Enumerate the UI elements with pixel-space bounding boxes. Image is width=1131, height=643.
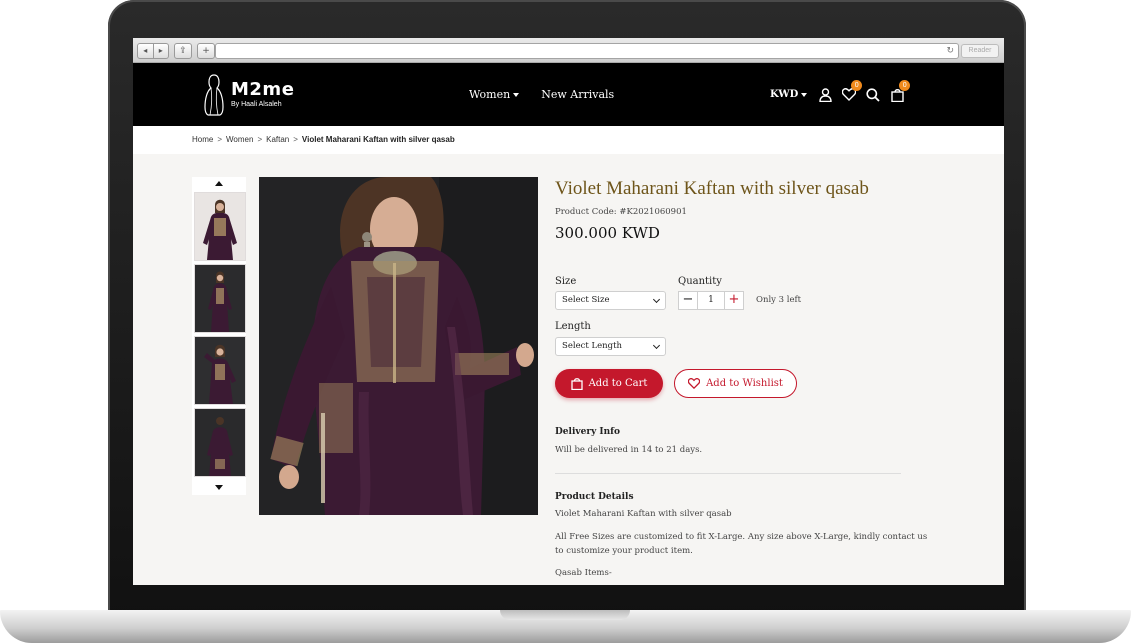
section-divider xyxy=(555,473,901,474)
logo-figure-icon xyxy=(204,74,224,116)
breadcrumb-bar: Home > Women > Kaftan > Violet Maharani … xyxy=(133,126,1004,154)
nav-women-label: Women xyxy=(469,88,511,101)
length-select[interactable]: Select Length xyxy=(555,337,666,356)
breadcrumb: Home > Women > Kaftan > Violet Maharani … xyxy=(192,135,455,144)
nav-item-new-arrivals[interactable]: New Arrivals xyxy=(541,88,614,101)
add-to-wishlist-label: Add to Wishlist xyxy=(706,378,783,389)
share-icon[interactable]: ⇪ xyxy=(174,43,192,59)
details-line-2: All Free Sizes are customized to fit X-L… xyxy=(555,532,928,542)
search-icon[interactable] xyxy=(865,87,881,103)
brand-logo[interactable]: M2me By Haali Alsaleh xyxy=(201,73,294,117)
arrow-down-icon xyxy=(215,484,223,490)
shopping-bag-icon xyxy=(570,378,583,390)
thumbnail-gallery xyxy=(192,177,246,495)
details-heading: Product Details xyxy=(555,492,634,502)
reload-icon[interactable]: ↻ xyxy=(946,44,954,58)
details-line-1: Violet Maharani Kaftan with silver qasab xyxy=(555,509,732,519)
heart-icon xyxy=(688,378,701,389)
product-info: Violet Maharani Kaftan with silver qasab… xyxy=(555,177,901,242)
thumbnail-2[interactable] xyxy=(194,264,246,333)
thumbnail-3[interactable] xyxy=(194,336,246,405)
size-select-value: Select Size xyxy=(562,295,610,305)
laptop-notch xyxy=(500,610,630,620)
length-label: Length xyxy=(555,321,591,332)
chevron-down-icon xyxy=(652,295,661,304)
main-product-image[interactable] xyxy=(259,177,538,515)
quantity-decrease-button[interactable]: − xyxy=(679,292,697,309)
breadcrumb-separator: > xyxy=(257,135,263,144)
caret-down-icon xyxy=(513,92,520,97)
quantity-stepper: − 1 + xyxy=(678,291,744,310)
logo-text: M2me By Haali Alsaleh xyxy=(231,81,294,109)
wishlist-count-badge: 0 xyxy=(851,79,863,91)
product-price: 300.000 KWD xyxy=(555,224,660,242)
nav-new-arrivals-label: New Arrivals xyxy=(541,88,615,101)
account-icon[interactable] xyxy=(817,87,833,103)
product-code: Product Code: #K2021060901 xyxy=(555,207,901,217)
quantity-increase-button[interactable]: + xyxy=(725,292,743,309)
details-line-4: Qasab Items- xyxy=(555,568,612,578)
header-tools: KWD 0 0 xyxy=(770,63,913,126)
quantity-value[interactable]: 1 xyxy=(697,292,725,309)
cart-count-badge: 0 xyxy=(899,79,911,91)
currency-label: KWD xyxy=(770,89,799,100)
breadcrumb-kaftan[interactable]: Kaftan xyxy=(266,135,289,144)
length-select-value: Select Length xyxy=(562,341,622,351)
delivery-heading: Delivery Info xyxy=(555,427,621,437)
delivery-text: Will be delivered in 14 to 21 days. xyxy=(555,445,703,455)
breadcrumb-women[interactable]: Women xyxy=(226,135,253,144)
address-bar[interactable]: ↻ xyxy=(215,43,959,59)
add-to-wishlist-button[interactable]: Add to Wishlist xyxy=(674,369,797,398)
stock-note: Only 3 left xyxy=(756,295,802,305)
arrow-up-icon xyxy=(215,180,223,186)
site-header: M2me By Haali Alsaleh Women New Arrivals… xyxy=(133,63,1004,126)
product-code-label: Product Code: xyxy=(555,207,617,217)
thumbnail-scroll-up[interactable] xyxy=(192,177,246,189)
size-label: Size xyxy=(555,276,577,287)
brand-tagline: By Haali Alsaleh xyxy=(231,101,282,108)
cart-icon[interactable]: 0 xyxy=(889,79,911,103)
new-tab-icon[interactable]: + xyxy=(197,43,215,59)
browser-window: ◂ ▸ ⇪ + ↻ Reader M2me By Haali Alsaleh W… xyxy=(133,38,1004,585)
size-select[interactable]: Select Size xyxy=(555,291,666,310)
forward-icon[interactable]: ▸ xyxy=(152,44,169,58)
nav-item-women[interactable]: Women xyxy=(469,88,520,101)
wishlist-icon[interactable]: 0 xyxy=(841,79,863,103)
breadcrumb-separator: > xyxy=(217,135,223,144)
thumbnail-1[interactable] xyxy=(194,192,246,261)
product-code-value: #K2021060901 xyxy=(619,207,687,217)
main-navigation: Women New Arrivals xyxy=(469,63,636,126)
thumbnail-4[interactable] xyxy=(194,408,246,477)
reader-button[interactable]: Reader xyxy=(961,44,999,58)
history-buttons: ◂ ▸ xyxy=(137,43,169,59)
details-line-3: to customize your product item. xyxy=(555,546,693,556)
add-to-cart-button[interactable]: Add to Cart xyxy=(555,369,663,398)
back-icon[interactable]: ◂ xyxy=(138,44,153,58)
thumbnail-scroll-down[interactable] xyxy=(192,481,246,493)
chevron-down-icon xyxy=(652,341,661,350)
caret-down-icon xyxy=(801,92,808,97)
browser-toolbar: ◂ ▸ ⇪ + ↻ Reader xyxy=(133,38,1004,63)
quantity-label: Quantity xyxy=(678,276,722,287)
currency-selector[interactable]: KWD xyxy=(770,89,808,100)
product-title: Violet Maharani Kaftan with silver qasab xyxy=(555,178,869,199)
add-to-cart-label: Add to Cart xyxy=(588,378,648,389)
brand-name: M2me xyxy=(231,79,295,100)
breadcrumb-current: Violet Maharani Kaftan with silver qasab xyxy=(301,135,455,144)
breadcrumb-separator: > xyxy=(293,135,298,144)
breadcrumb-home[interactable]: Home xyxy=(192,135,213,144)
